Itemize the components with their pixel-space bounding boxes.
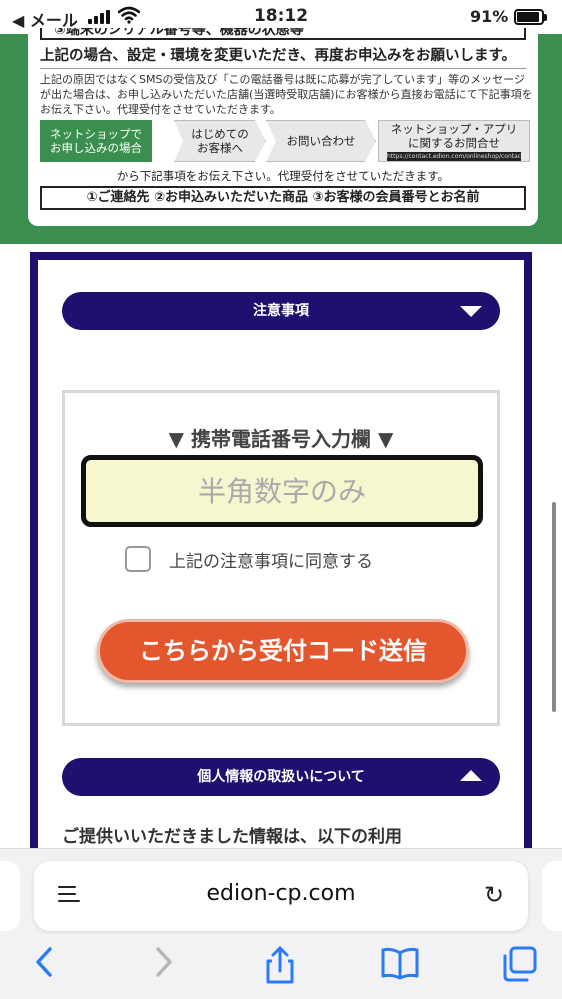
phone-input-label: ▼ 携帯電話番号入力欄 ▼ (168, 427, 394, 451)
main-frame: 注意事項 ▼ 携帯電話番号入力欄 ▼ 上記の注意事項に同意する こちらから受付コ… (30, 252, 532, 852)
back-chevron-icon[interactable] (30, 945, 58, 979)
notice-header: 注意事項 (253, 303, 309, 319)
triangle-up-icon (460, 770, 482, 781)
cut-off-line: ③端末のシリアル番号等、機器の状態等 (40, 28, 526, 40)
share-icon[interactable] (262, 945, 298, 985)
contact-url: https://contact.edion.com/onlineshop/con… (387, 151, 521, 161)
notice-accordion[interactable]: 注意事項 (62, 292, 500, 330)
privacy-intro-text: ご提供いいただきました情報は、以下の利用 (62, 827, 402, 847)
agree-checkbox[interactable] (125, 546, 151, 572)
step-first-time: はじめての お客様へ (174, 120, 266, 162)
info-banner: ③端末のシリアル番号等、機器の状態等 上記の場合、設定・環境を変更いただき、再度… (0, 28, 562, 244)
banner-sub-text: から下記事項をお伝え下さい。代理受付をさせていただきます。 (116, 169, 450, 183)
privacy-header: 個人情報の取扱いについて (197, 769, 365, 785)
previous-tab-preview[interactable] (0, 861, 20, 931)
banner-paragraph: 上記の原因ではなくSMSの受信及び「この電話番号は既に応募が完了しています」等の… (40, 73, 533, 116)
next-tab-preview[interactable] (542, 861, 562, 931)
agree-label: 上記の注意事項に同意する (169, 551, 373, 572)
contact-steps: ネットショップで お申し込みの場合 はじめての お客様へ お問い合わせ ネットショッ… (40, 120, 530, 162)
battery-icon (514, 9, 547, 25)
navigation-bar (0, 945, 562, 995)
forward-chevron-icon[interactable] (150, 945, 178, 979)
banner-heading: 上記の場合、設定・環境を変更いただき、再度お申込みをお願いします。 (40, 48, 517, 64)
browser-toolbar: edion-cp.com ↻ (0, 848, 562, 999)
agree-row[interactable]: 上記の注意事項に同意する (125, 545, 373, 573)
phone-number-input[interactable] (81, 455, 483, 527)
required-items-box: ①ご連絡先 ②お申込みいただいた商品 ③お客様の会員番号とお名前 (40, 186, 526, 210)
step-app-inquiry: ネットショップ・アプリ に関するお問合せ https://contact.edi… (378, 120, 530, 162)
divider (40, 68, 526, 69)
phone-form: ▼ 携帯電話番号入力欄 ▼ 上記の注意事項に同意する こちらから受付コード送信 (62, 390, 500, 726)
bookmarks-icon[interactable] (380, 945, 420, 981)
address-bar[interactable]: edion-cp.com ↻ (34, 861, 528, 931)
info-card: ③端末のシリアル番号等、機器の状態等 上記の場合、設定・環境を変更いただき、再度… (28, 28, 538, 226)
url-domain[interactable]: edion-cp.com (34, 881, 528, 906)
step-inquiry: お問い合わせ (266, 120, 376, 162)
triangle-down-icon (460, 306, 482, 317)
privacy-accordion[interactable]: 個人情報の取扱いについて (62, 758, 500, 796)
reload-icon[interactable]: ↻ (484, 881, 504, 909)
battery-percentage: 91% (470, 7, 509, 26)
page-scrollbar[interactable] (552, 502, 556, 712)
step-netshop: ネットショップで お申し込みの場合 (40, 120, 152, 162)
tabs-icon[interactable] (500, 945, 538, 983)
send-code-button[interactable]: こちらから受付コード送信 (97, 619, 469, 683)
